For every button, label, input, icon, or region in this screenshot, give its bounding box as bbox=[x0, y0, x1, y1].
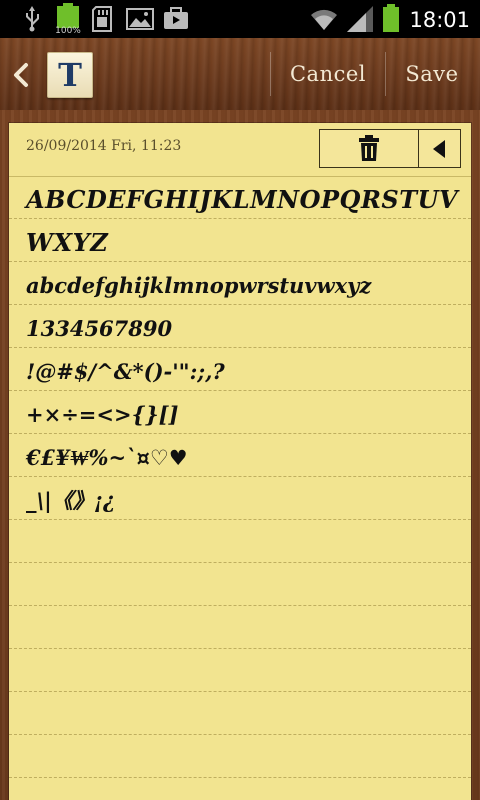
note-line: WXYZ bbox=[9, 219, 471, 262]
action-bar: T Cancel Save bbox=[0, 38, 480, 110]
app-icon[interactable]: T bbox=[47, 52, 93, 98]
divider bbox=[270, 52, 271, 96]
chevron-left-icon[interactable] bbox=[10, 62, 32, 88]
note-line bbox=[9, 649, 471, 692]
signal-icon bbox=[347, 6, 373, 32]
gallery-icon bbox=[126, 8, 154, 30]
note-line: _\|《》¡¿ bbox=[9, 477, 471, 520]
note-line bbox=[9, 735, 471, 778]
note-line: +×÷=<>{}[] bbox=[9, 391, 471, 434]
collapse-left-icon bbox=[433, 140, 445, 158]
note-line: €£¥₩%~`¤♡♥ bbox=[9, 434, 471, 477]
note-line bbox=[9, 520, 471, 563]
battery-full-icon: 100% bbox=[55, 3, 81, 36]
cancel-button[interactable]: Cancel bbox=[272, 38, 384, 110]
note-date: 26/09/2014 Fri, 11:23 bbox=[26, 138, 182, 154]
collapse-button[interactable] bbox=[419, 130, 460, 167]
wifi-icon bbox=[311, 9, 337, 30]
note-paper[interactable]: 26/09/2014 Fri, 11:23 ABCDEFGHIJKLMNOPQR… bbox=[9, 123, 471, 800]
note-body[interactable]: ABCDEFGHIJKLMNOPQRSTUV WXYZ abcdefghijkl… bbox=[9, 176, 471, 800]
usb-icon bbox=[26, 6, 39, 32]
battery-percent-label: 100% bbox=[55, 26, 81, 36]
note-line: 1334567890 bbox=[9, 305, 471, 348]
note-line: ABCDEFGHIJKLMNOPQRSTUV bbox=[9, 176, 471, 219]
note-header: 26/09/2014 Fri, 11:23 bbox=[9, 123, 471, 177]
note-line bbox=[9, 692, 471, 735]
trash-icon bbox=[359, 135, 379, 161]
note-line: !@#$/^&*()-'":;,? bbox=[9, 348, 471, 391]
note-toolbar bbox=[319, 129, 461, 168]
note-line: abcdefghijklmnopwrstuvwxyz bbox=[9, 262, 471, 305]
note-line bbox=[9, 606, 471, 649]
store-bag-icon bbox=[164, 7, 188, 29]
note-line bbox=[9, 563, 471, 606]
status-time: 18:01 bbox=[409, 8, 470, 32]
status-bar: 100% 18:01 bbox=[0, 0, 480, 38]
delete-button[interactable] bbox=[320, 130, 418, 167]
note-line bbox=[9, 778, 471, 800]
sd-card-icon bbox=[92, 6, 112, 32]
divider bbox=[385, 52, 386, 96]
save-button[interactable]: Save bbox=[387, 38, 477, 110]
battery-charging-icon bbox=[383, 4, 399, 32]
